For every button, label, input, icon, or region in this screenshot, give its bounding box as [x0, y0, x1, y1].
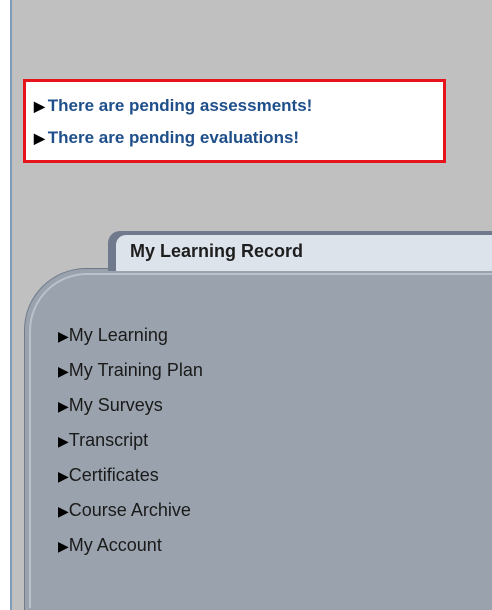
- menu-item-label: Certificates: [68, 465, 159, 485]
- menu-item-label: Transcript: [68, 430, 149, 450]
- menu-item-transcript[interactable]: ▶Transcript: [58, 423, 203, 458]
- menu-item-label: Course Archive: [68, 500, 191, 520]
- menu-item-my-surveys[interactable]: ▶My Surveys: [58, 388, 203, 423]
- triangle-right-icon: ▶: [58, 468, 69, 484]
- menu-item-course-archive[interactable]: ▶Course Archive: [58, 493, 203, 528]
- menu-item-my-learning[interactable]: ▶My Learning: [58, 318, 203, 353]
- menu-item-certificates[interactable]: ▶Certificates: [58, 458, 203, 493]
- triangle-right-icon: ▶: [58, 328, 69, 344]
- learning-record-menu: ▶My Learning ▶My Training Plan ▶My Surve…: [58, 318, 203, 563]
- menu-item-my-training-plan[interactable]: ▶My Training Plan: [58, 353, 203, 388]
- learning-record-tab: My Learning Record: [108, 231, 492, 271]
- triangle-right-icon: ▶: [58, 503, 69, 519]
- menu-item-my-account[interactable]: ▶My Account: [58, 528, 203, 563]
- pending-alerts-box: ▶ There are pending assessments! ▶ There a…: [23, 79, 446, 163]
- triangle-right-icon: ▶: [58, 398, 69, 414]
- triangle-right-icon: ▶: [58, 433, 69, 449]
- pending-evaluations-text: There are pending evaluations!: [47, 128, 300, 147]
- menu-item-label: My Surveys: [68, 395, 163, 415]
- triangle-right-icon: ▶: [58, 363, 69, 379]
- pending-evaluations-link[interactable]: ▶ There are pending evaluations!: [26, 122, 443, 154]
- menu-item-label: My Account: [68, 535, 162, 555]
- menu-item-label: My Training Plan: [68, 360, 203, 380]
- pending-assessments-text: There are pending assessments!: [47, 96, 313, 115]
- triangle-right-icon: ▶: [34, 130, 45, 146]
- triangle-right-icon: ▶: [58, 538, 69, 554]
- menu-item-label: My Learning: [68, 325, 168, 345]
- triangle-right-icon: ▶: [34, 98, 45, 114]
- learning-record-title: My Learning Record: [116, 235, 492, 271]
- pending-assessments-link[interactable]: ▶ There are pending assessments!: [26, 90, 443, 122]
